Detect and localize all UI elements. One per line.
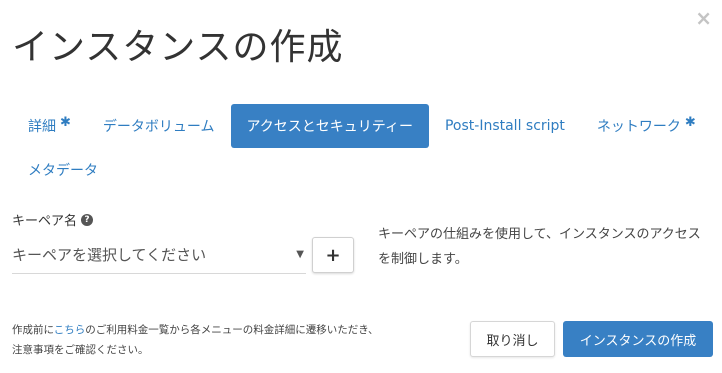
tab-network[interactable]: ネットワーク ✱ xyxy=(581,104,712,148)
keypair-select[interactable]: キーペアを選択してください ▼ xyxy=(12,236,306,274)
keypair-label-text: キーペア名 xyxy=(12,214,78,229)
page-title: インスタンスの作成 xyxy=(12,27,344,68)
create-instance-button[interactable]: インスタンスの作成 xyxy=(563,321,713,357)
caret-down-icon: ▼ xyxy=(296,249,304,260)
keypair-section: キーペア名 ? キーペアを選択してください ▼ + xyxy=(12,210,354,274)
tab-data-volume[interactable]: データボリューム xyxy=(87,104,231,148)
close-button[interactable]: × xyxy=(695,8,712,28)
tab-label: Post-Install script xyxy=(444,118,565,134)
tab-post-install-script[interactable]: Post-Install script xyxy=(429,104,581,148)
tab-label: ネットワーク xyxy=(596,119,681,135)
cancel-button-label: 取り消し xyxy=(486,333,539,349)
tab-label: 詳細 xyxy=(28,119,56,135)
footer-note-prefix: 作成前に xyxy=(12,324,54,336)
question-circle-icon[interactable]: ? xyxy=(81,213,94,226)
footer-note-line-2: 注意事項をご確認ください。 xyxy=(12,344,149,356)
keypair-select-value: キーペアを選択してください xyxy=(12,246,207,264)
tab-metadata[interactable]: メタデータ xyxy=(12,148,114,192)
footer-note-suffix: のご利用料金一覧から各メニューの料金詳細に遷移いただき、 xyxy=(85,324,379,336)
pricing-link[interactable]: こちら xyxy=(54,324,86,336)
help-text: キーペアの仕組みを使用して、インスタンスのアクセスを制御します。 xyxy=(378,227,701,267)
required-asterisk-icon: ✱ xyxy=(60,114,71,130)
tab-details[interactable]: 詳細 ✱ xyxy=(12,104,87,148)
create-button-label: インスタンスの作成 xyxy=(579,333,697,349)
keypair-row: キーペアを選択してください ▼ + xyxy=(12,236,354,274)
plus-icon: + xyxy=(325,244,341,266)
tab-bar: 詳細 ✱ データボリューム アクセスとセキュリティー Post-Install … xyxy=(12,104,712,192)
add-keypair-button[interactable]: + xyxy=(312,237,354,273)
close-icon: × xyxy=(695,6,712,30)
keypair-label: キーペア名 ? xyxy=(12,210,352,229)
tab-label: データボリューム xyxy=(102,119,215,135)
tab-label: メタデータ xyxy=(28,163,98,179)
footer-note-line-1: 作成前にこちらのご利用料金一覧から各メニューの料金詳細に遷移いただき、 xyxy=(12,320,379,340)
tab-row-2: メタデータ xyxy=(12,148,712,192)
tab-label: アクセスとセキュリティー xyxy=(246,119,413,135)
required-asterisk-icon: ✱ xyxy=(684,114,696,130)
tab-access-security[interactable]: アクセスとセキュリティー xyxy=(230,104,429,148)
cancel-button[interactable]: 取り消し xyxy=(470,321,555,357)
tab-row-1: 詳細 ✱ データボリューム アクセスとセキュリティー Post-Install … xyxy=(12,104,712,148)
footer-note: 作成前にこちらのご利用料金一覧から各メニューの料金詳細に遷移いただき、 注意事項… xyxy=(12,320,379,360)
